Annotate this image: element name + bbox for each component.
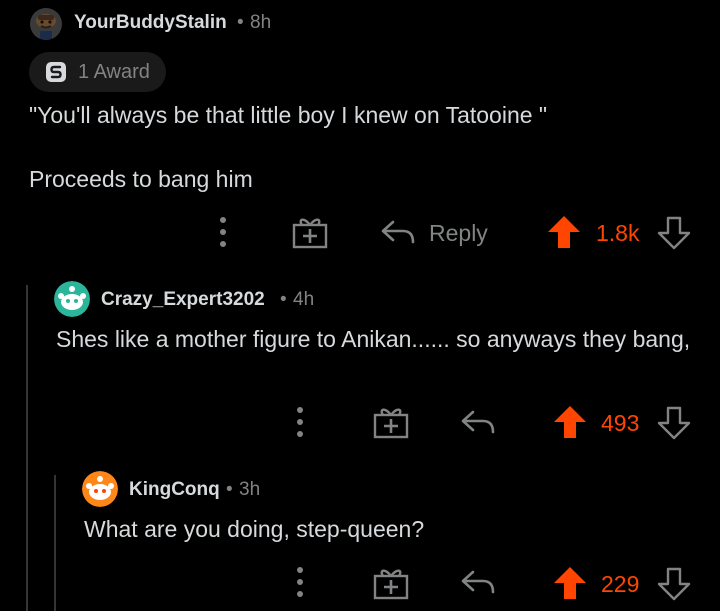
snoo-avatar-icon <box>82 471 118 507</box>
comment-username[interactable]: Crazy_Expert3202 <box>101 289 265 311</box>
award-badge[interactable]: 1 Award <box>29 52 166 92</box>
give-award-icon[interactable] <box>373 566 409 600</box>
comment-body: What are you doing, step-queen? <box>84 516 425 542</box>
more-options-icon[interactable] <box>295 406 305 438</box>
vote-score: 229 <box>601 571 640 597</box>
reply-icon[interactable] <box>461 570 495 594</box>
reply-icon[interactable] <box>461 410 495 434</box>
award-count-label: 1 Award <box>78 61 150 83</box>
downvote-icon[interactable] <box>657 406 691 440</box>
downvote-icon[interactable] <box>657 567 691 601</box>
upvote-icon[interactable] <box>553 405 587 439</box>
reply-button[interactable]: Reply <box>429 220 488 247</box>
snoo-avatar-icon <box>30 8 62 40</box>
silver-award-icon <box>46 62 66 82</box>
comment-body-line: Proceeds to bang him <box>29 166 253 192</box>
reply-icon[interactable] <box>381 220 415 244</box>
snoo-avatar-icon <box>54 281 90 317</box>
comment-body: "You'll always be that little boy I knew… <box>29 99 689 195</box>
vote-score: 1.8k <box>596 220 640 246</box>
give-award-icon[interactable] <box>373 405 409 439</box>
vote-score: 493 <box>601 410 640 436</box>
separator-dot: • <box>280 289 287 310</box>
separator-dot: • <box>226 479 233 500</box>
thread-line-level-1[interactable] <box>26 285 28 611</box>
thread-line-level-2[interactable] <box>54 475 56 611</box>
upvote-icon[interactable] <box>553 566 587 600</box>
comment-timestamp: 4h <box>293 289 315 310</box>
comment-body-line: "You'll always be that little boy I knew… <box>29 102 548 128</box>
upvote-icon[interactable] <box>547 215 581 249</box>
separator-dot: • <box>237 12 244 33</box>
comment-body: Shes like a mother figure to Anikan.....… <box>56 326 691 352</box>
more-options-icon[interactable] <box>218 216 228 248</box>
avatar[interactable] <box>54 281 90 317</box>
comment-username[interactable]: KingConq <box>129 479 220 501</box>
comment-username[interactable]: YourBuddyStalin <box>74 12 227 34</box>
avatar[interactable] <box>82 471 118 507</box>
downvote-icon[interactable] <box>657 216 691 250</box>
comment-timestamp: 8h <box>250 12 272 33</box>
comment-timestamp: 3h <box>239 479 261 500</box>
more-options-icon[interactable] <box>295 566 305 598</box>
give-award-icon[interactable] <box>292 215 328 249</box>
avatar[interactable] <box>30 8 62 40</box>
